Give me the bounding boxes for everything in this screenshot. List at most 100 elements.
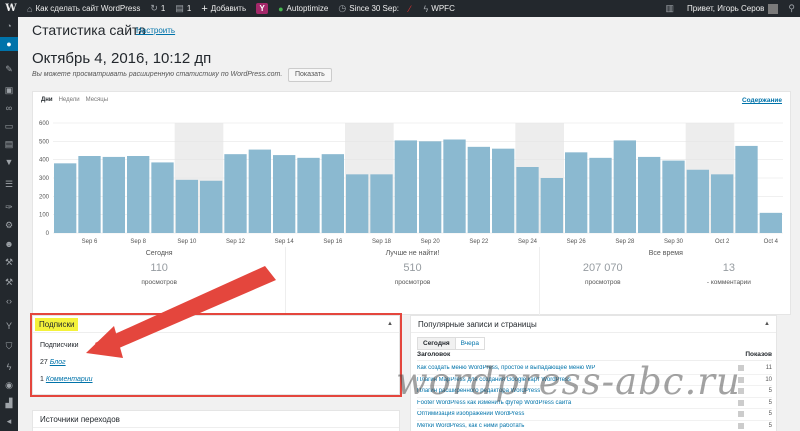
referrers-box: Источники переходов <box>32 410 400 431</box>
tab-weeks[interactable]: Недели <box>59 97 80 103</box>
bar <box>224 154 247 233</box>
code-icon[interactable]: ‹› <box>0 294 18 308</box>
all-time-label: Все время <box>648 250 683 257</box>
updates-count: 1 <box>160 4 166 13</box>
y-tick-label: 300 <box>39 176 50 182</box>
site-name-link[interactable]: ⌂ Как сделать сайт WordPress <box>22 0 145 17</box>
popular-tabs: Сегодня Вчера <box>417 337 486 350</box>
collapse-arrow-icon[interactable]: ▲ <box>387 321 393 327</box>
appearance-icon[interactable]: ✑ <box>0 200 18 214</box>
wpfc-label: WPFC <box>431 4 455 13</box>
stats-icon[interactable] <box>738 411 744 418</box>
users-icon[interactable]: ☻ <box>0 237 18 251</box>
y-tick-label: 0 <box>46 231 50 237</box>
shield-icon[interactable]: ⛉ <box>0 339 18 353</box>
comment-icon: ▤ <box>175 3 184 13</box>
settings-icon[interactable]: ⚒ <box>0 275 18 289</box>
media-icon[interactable]: ▣ <box>0 83 18 97</box>
x-tick-label: Sep 16 <box>323 239 343 245</box>
popular-header[interactable]: Популярные записи и страницы ▲ <box>411 316 776 333</box>
post-title-link[interactable]: Оптимизация изображений WordPress <box>417 411 738 417</box>
stats-link[interactable]: ▥ <box>661 0 683 17</box>
yoast-icon[interactable]: Y <box>0 319 18 333</box>
pages-icon[interactable]: ▭ <box>0 119 18 133</box>
tab-yesterday[interactable]: Вчера <box>455 337 486 350</box>
status-dot-icon: ● <box>278 3 284 14</box>
stats-icon[interactable] <box>738 422 744 429</box>
configure-link[interactable]: Настроить <box>136 26 175 35</box>
today-value: 110 <box>150 262 168 274</box>
tab-days[interactable]: Дни <box>41 97 53 103</box>
dashboard-icon[interactable]: ◔ <box>0 19 18 33</box>
bar <box>467 146 490 233</box>
y-tick-label: 500 <box>39 139 50 145</box>
bar <box>662 160 685 233</box>
sparkline-link[interactable]: ⁄ <box>404 0 419 17</box>
new-content-link[interactable]: + Добавить <box>196 0 251 17</box>
bar <box>200 180 223 233</box>
yoast-icon: Y <box>256 3 269 14</box>
content-link[interactable]: Содержание <box>742 97 782 104</box>
bar <box>540 178 563 233</box>
bar <box>419 141 442 233</box>
feedback-icon[interactable]: ▼ <box>0 155 18 169</box>
plugins-icon[interactable]: ⚙ <box>0 218 18 232</box>
forms-icon[interactable]: ☰ <box>0 177 18 191</box>
jetpack-icon[interactable]: ● <box>0 37 18 51</box>
admin-bar: W ⌂ Как сделать сайт WordPress ↻ 1 ▤ 1 +… <box>0 0 800 17</box>
bar <box>151 162 174 233</box>
summary-all-time: Все время 207 070 просмотров 13 - коммен… <box>538 247 792 315</box>
bar <box>127 156 150 233</box>
subscribers-header[interactable]: Подписки ▲ <box>33 316 399 333</box>
blog-subscribers-link[interactable]: Блог <box>50 359 66 366</box>
globe-icon[interactable]: ◉ <box>0 378 18 392</box>
collapse-icon[interactable]: ◂ <box>0 414 18 428</box>
comments-link[interactable]: ▤ 1 <box>170 0 196 17</box>
x-tick-label: Sep 24 <box>518 239 538 245</box>
autoptimize-link[interactable]: ● Autoptimize <box>273 0 333 17</box>
x-tick-label: Sep 28 <box>615 239 635 245</box>
post-views: 11 <box>765 365 772 372</box>
bar <box>638 156 661 233</box>
comments-count: 1 <box>186 4 192 13</box>
pin-icon[interactable]: ✎ <box>0 62 18 76</box>
post-views: 10 <box>765 376 772 383</box>
collapse-arrow-icon[interactable]: ▲ <box>764 321 770 327</box>
post-views: 5 <box>768 399 772 406</box>
col-views: Показов <box>745 351 772 358</box>
updates-link[interactable]: ↻ 1 <box>145 0 170 17</box>
subscribers-heading: Подписчики <box>40 342 79 349</box>
x-tick-label: Sep 30 <box>664 239 684 245</box>
tab-today[interactable]: Сегодня <box>417 337 456 350</box>
referrers-header[interactable]: Источники переходов <box>33 411 399 428</box>
wpfc-link[interactable]: ϟ WPFC <box>419 0 460 17</box>
stats-bar-icon: ▥ <box>665 3 675 13</box>
link-icon[interactable]: ∞ <box>0 101 18 115</box>
post-title-link[interactable]: Метки WordPress, как с ними работать <box>417 423 738 429</box>
period-tabs: Дни Недели Месяцы <box>41 97 108 103</box>
chart-icon[interactable]: ▟ <box>0 396 18 410</box>
show-button[interactable]: Показать <box>288 68 332 82</box>
greeting-label: Привет, Игорь Серов <box>687 4 765 13</box>
avatar <box>768 3 779 14</box>
stats-summary: Сегодня 110 просмотров Лучше не найти! 5… <box>33 247 792 315</box>
tab-months[interactable]: Месяцы <box>86 97 108 103</box>
comments-icon[interactable]: ▤ <box>0 137 18 151</box>
yoast-link[interactable]: Y <box>251 0 273 17</box>
x-tick-label: Sep 14 <box>275 239 295 245</box>
all-views-caption: просмотров <box>584 279 621 286</box>
stats-panel: Дни Недели Месяцы Содержание 0 100 200 300 4… <box>32 91 791 315</box>
tools-icon[interactable]: ⚒ <box>0 255 18 269</box>
wordpress-logo-icon[interactable]: W <box>0 0 22 17</box>
comment-subscribers-link[interactable]: Комментарии <box>46 376 93 383</box>
new-content-label: Добавить <box>210 4 247 13</box>
lightning-icon[interactable]: ϟ <box>0 360 18 374</box>
col-title: Заголовок <box>417 351 451 358</box>
since-link[interactable]: ◷ Since 30 Sep: <box>333 0 404 17</box>
search-button[interactable]: ⚲ <box>783 0 800 17</box>
account-menu[interactable]: Привет, Игорь Серов <box>682 0 783 17</box>
sparkline-icon: ⁄ <box>409 3 411 14</box>
x-tick-label: Sep 12 <box>226 239 246 245</box>
bar <box>686 169 709 233</box>
post-views: 5 <box>768 422 772 429</box>
